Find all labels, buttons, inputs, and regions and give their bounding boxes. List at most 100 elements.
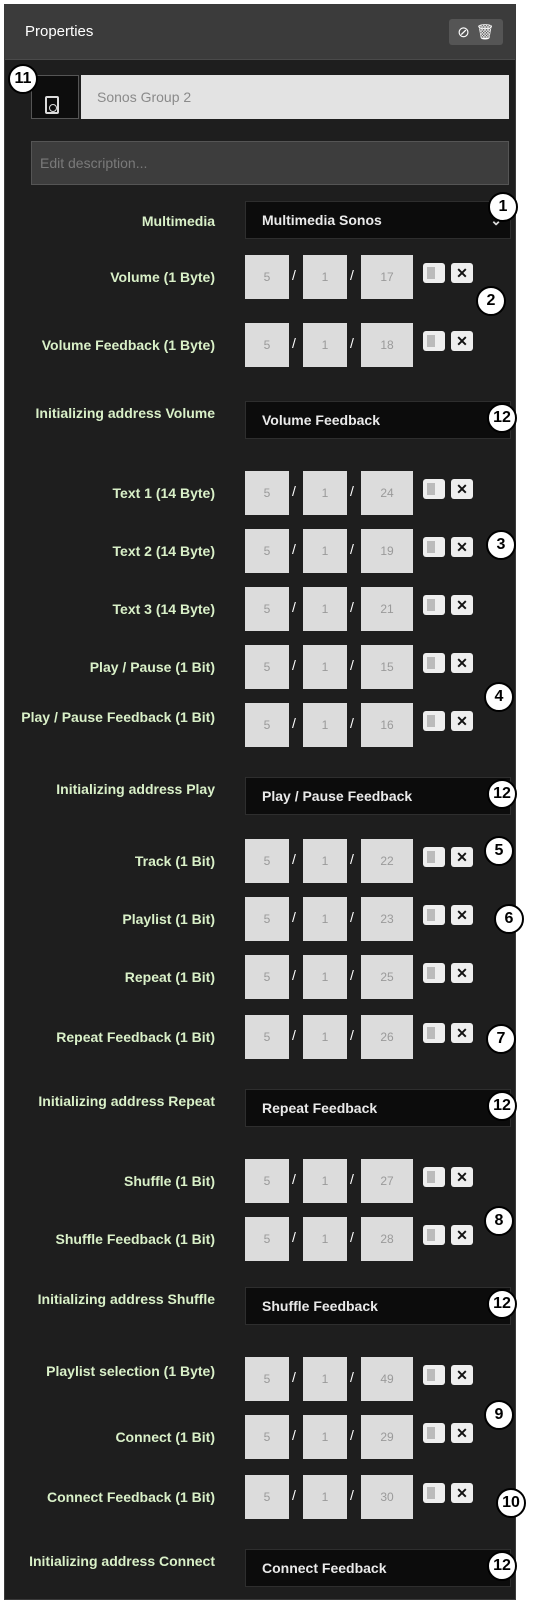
middle-group-input[interactable]: 1 (303, 1015, 347, 1059)
select-address-button[interactable] (423, 1225, 445, 1245)
select-address-button[interactable] (423, 595, 445, 615)
clear-address-button[interactable]: ✕ (451, 711, 473, 731)
middle-group-input[interactable]: 1 (303, 703, 347, 747)
middle-group-input[interactable]: 1 (303, 645, 347, 689)
init-address-select[interactable]: Repeat Feedback▼ (245, 1089, 511, 1127)
main-group-input[interactable]: 5 (245, 955, 289, 999)
main-group-input[interactable]: 5 (245, 323, 289, 367)
clear-address-button[interactable]: ✕ (451, 1167, 473, 1187)
no-entry-icon[interactable]: ⊘ (457, 25, 470, 40)
sub-group-input[interactable]: 22 (361, 839, 413, 883)
middle-group-input[interactable]: 1 (303, 1159, 347, 1203)
main-group-input[interactable]: 5 (245, 1357, 289, 1401)
sub-group-input[interactable]: 29 (361, 1415, 413, 1459)
main-group-input[interactable]: 5 (245, 1217, 289, 1261)
middle-group-input[interactable]: 1 (303, 255, 347, 299)
clear-address-button[interactable]: ✕ (451, 905, 473, 925)
init-address-select[interactable]: Play / Pause Feedback▼ (245, 777, 511, 815)
select-address-button[interactable] (423, 847, 445, 867)
separator: / (292, 267, 296, 283)
select-address-button[interactable] (423, 263, 445, 283)
select-address-button[interactable] (423, 1423, 445, 1443)
main-group-input[interactable]: 5 (245, 1159, 289, 1203)
select-address-button[interactable] (423, 479, 445, 499)
clear-address-button[interactable]: ✕ (451, 1483, 473, 1503)
separator: / (292, 599, 296, 615)
select-address-button[interactable] (423, 1167, 445, 1187)
clear-address-button[interactable]: ✕ (451, 1423, 473, 1443)
middle-group-input[interactable]: 1 (303, 471, 347, 515)
main-group-input[interactable]: 5 (245, 645, 289, 689)
middle-group-input[interactable]: 1 (303, 529, 347, 573)
main-group-input[interactable]: 5 (245, 1415, 289, 1459)
select-address-button[interactable] (423, 331, 445, 351)
separator: / (350, 1229, 354, 1245)
select-address-button[interactable] (423, 1365, 445, 1385)
multimedia-select[interactable]: Multimedia Sonos ⌄ (245, 201, 511, 239)
main-group-input[interactable]: 5 (245, 839, 289, 883)
select-address-button[interactable] (423, 1483, 445, 1503)
clear-address-button[interactable]: ✕ (451, 1365, 473, 1385)
middle-group-input[interactable]: 1 (303, 323, 347, 367)
init-address-value: Repeat Feedback (262, 1100, 378, 1116)
clear-address-button[interactable]: ✕ (451, 963, 473, 983)
clear-address-button[interactable]: ✕ (451, 847, 473, 867)
trash-icon[interactable]: 🗑 (476, 25, 495, 40)
name-field[interactable]: Sonos Group 2 (81, 75, 509, 119)
sub-group-input[interactable]: 30 (361, 1475, 413, 1519)
sub-group-input[interactable]: 26 (361, 1015, 413, 1059)
select-address-button[interactable] (423, 1023, 445, 1043)
select-address-button[interactable] (423, 905, 445, 925)
sub-group-input[interactable]: 16 (361, 703, 413, 747)
speaker-icon[interactable] (31, 75, 79, 119)
clear-address-button[interactable]: ✕ (451, 1225, 473, 1245)
sub-group-input[interactable]: 49 (361, 1357, 413, 1401)
middle-group-input[interactable]: 1 (303, 897, 347, 941)
select-address-button[interactable] (423, 653, 445, 673)
main-group-input[interactable]: 5 (245, 1015, 289, 1059)
sub-group-input[interactable]: 21 (361, 587, 413, 631)
clear-address-button[interactable]: ✕ (451, 331, 473, 351)
middle-group-input[interactable]: 1 (303, 1217, 347, 1261)
main-group-input[interactable]: 5 (245, 897, 289, 941)
main-group-input[interactable]: 5 (245, 703, 289, 747)
separator: / (350, 657, 354, 673)
clear-address-button[interactable]: ✕ (451, 595, 473, 615)
select-address-button[interactable] (423, 711, 445, 731)
clear-address-button[interactable]: ✕ (451, 653, 473, 673)
header-toolbar: ⊘ 🗑 (449, 19, 503, 45)
middle-group-input[interactable]: 1 (303, 587, 347, 631)
sub-group-input[interactable]: 17 (361, 255, 413, 299)
description-field[interactable]: Edit description... (31, 141, 509, 185)
clear-address-button[interactable]: ✕ (451, 537, 473, 557)
init-address-select[interactable]: Shuffle Feedback▼ (245, 1287, 511, 1325)
clear-address-button[interactable]: ✕ (451, 263, 473, 283)
main-group-input[interactable]: 5 (245, 529, 289, 573)
select-address-button[interactable] (423, 963, 445, 983)
sub-group-input[interactable]: 23 (361, 897, 413, 941)
property-row: Play / Pause (1 Bit) 5/1/15 ✕ (5, 645, 515, 695)
sub-group-input[interactable]: 15 (361, 645, 413, 689)
main-group-input[interactable]: 5 (245, 471, 289, 515)
middle-group-input[interactable]: 1 (303, 1475, 347, 1519)
middle-group-input[interactable]: 1 (303, 955, 347, 999)
main-group-input[interactable]: 5 (245, 255, 289, 299)
middle-group-input[interactable]: 1 (303, 1415, 347, 1459)
main-group-input[interactable]: 5 (245, 587, 289, 631)
separator: / (350, 1487, 354, 1503)
select-address-button[interactable] (423, 537, 445, 557)
sub-group-input[interactable]: 18 (361, 323, 413, 367)
sub-group-input[interactable]: 24 (361, 471, 413, 515)
clear-address-button[interactable]: ✕ (451, 479, 473, 499)
main-group-input[interactable]: 5 (245, 1475, 289, 1519)
middle-group-input[interactable]: 1 (303, 839, 347, 883)
sub-group-input[interactable]: 25 (361, 955, 413, 999)
sub-group-input[interactable]: 28 (361, 1217, 413, 1261)
clear-address-button[interactable]: ✕ (451, 1023, 473, 1043)
init-address-select[interactable]: Volume Feedback▼ (245, 401, 511, 439)
sub-group-input[interactable]: 19 (361, 529, 413, 573)
multimedia-label: Multimedia (141, 213, 215, 229)
middle-group-input[interactable]: 1 (303, 1357, 347, 1401)
sub-group-input[interactable]: 27 (361, 1159, 413, 1203)
init-address-select[interactable]: Connect Feedback▼ (245, 1549, 511, 1587)
